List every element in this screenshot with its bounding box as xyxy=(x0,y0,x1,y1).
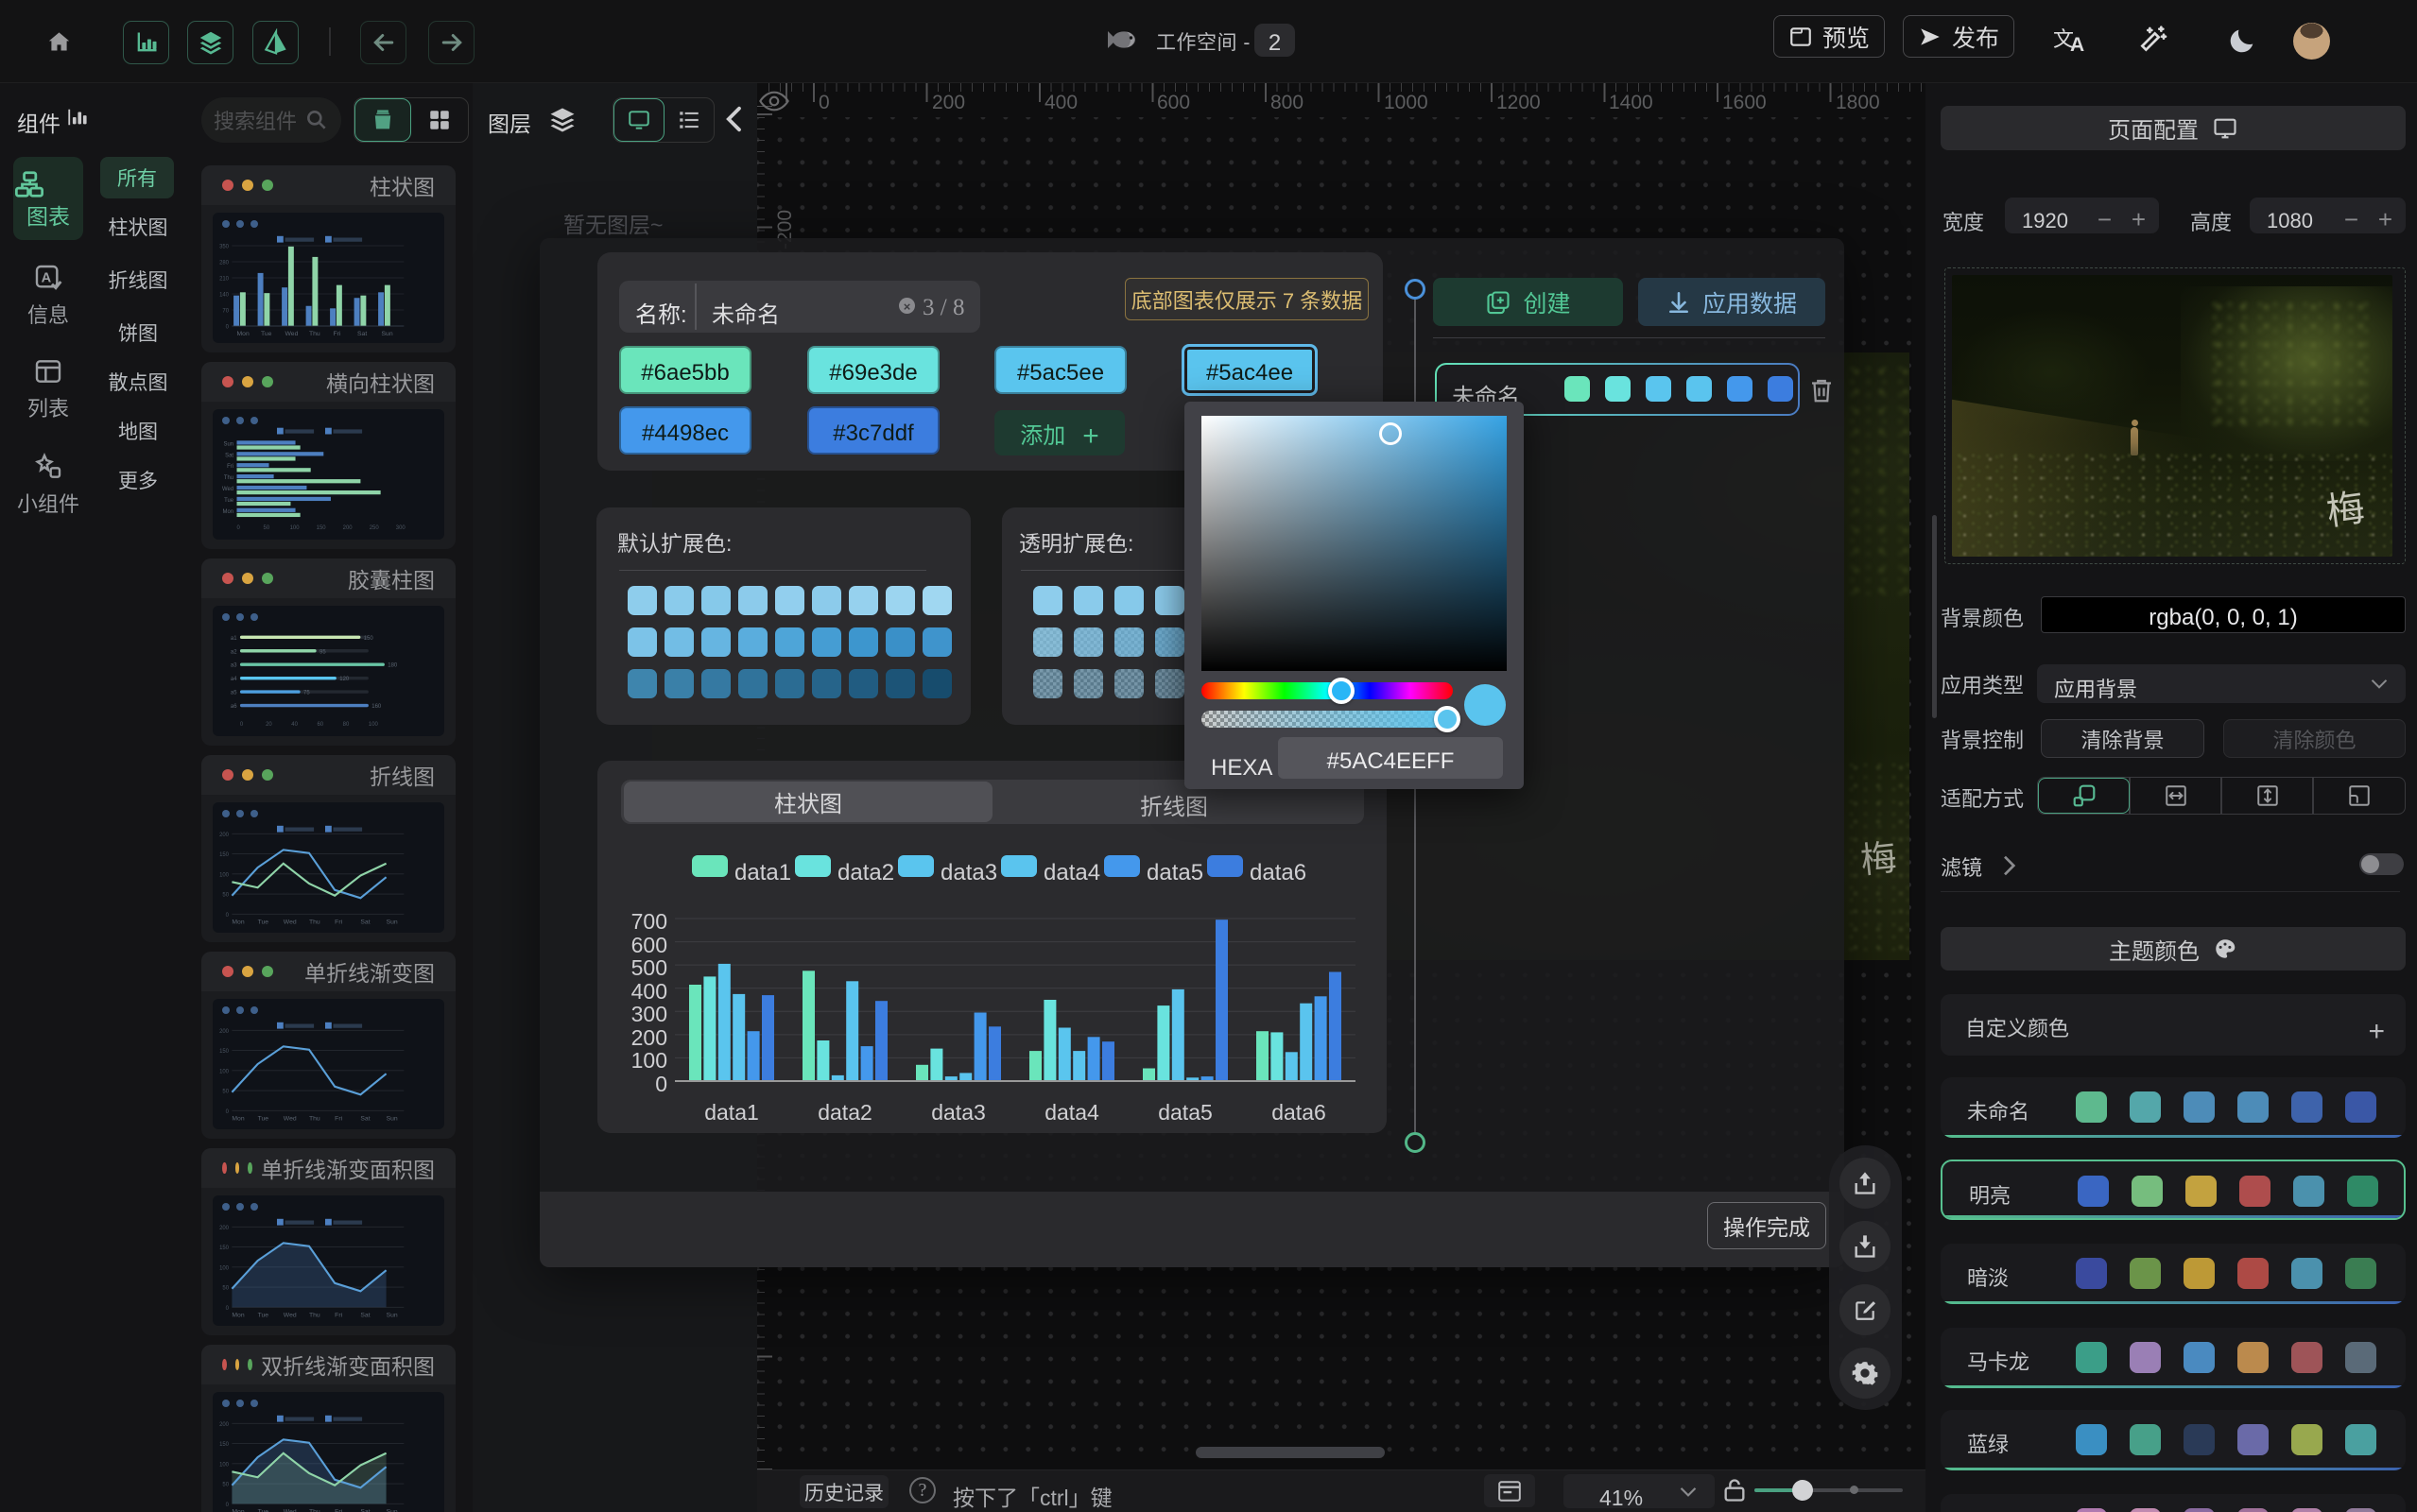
svg-text:Tue: Tue xyxy=(258,917,269,926)
svg-text:A: A xyxy=(42,271,52,286)
svg-text:Sat: Sat xyxy=(360,1113,370,1123)
svg-text:Fri: Fri xyxy=(335,1506,342,1512)
svg-text:280: 280 xyxy=(219,258,230,266)
svg-text:100: 100 xyxy=(290,523,301,531)
svg-text:0: 0 xyxy=(226,322,230,331)
svg-text:Sun: Sun xyxy=(387,1310,398,1319)
svg-text:Sun: Sun xyxy=(387,1506,398,1512)
svg-text:50: 50 xyxy=(222,890,229,899)
svg-text:Fri: Fri xyxy=(335,917,342,926)
svg-text:100: 100 xyxy=(219,1459,230,1468)
svg-text:120: 120 xyxy=(339,674,350,682)
svg-text:250: 250 xyxy=(370,523,380,531)
svg-text:Mon: Mon xyxy=(232,917,244,926)
svg-text:50: 50 xyxy=(264,523,270,531)
svg-text:Mon: Mon xyxy=(232,1506,244,1512)
svg-text:Mon: Mon xyxy=(232,1310,244,1319)
svg-text:70: 70 xyxy=(222,306,229,315)
svg-text:Mon: Mon xyxy=(237,328,250,337)
svg-text:Sat: Sat xyxy=(357,328,367,337)
svg-text:180: 180 xyxy=(388,661,398,669)
svg-text:Thu: Thu xyxy=(309,1113,320,1123)
svg-text:140: 140 xyxy=(219,290,230,299)
svg-text:Fri: Fri xyxy=(335,1113,342,1123)
svg-text:100: 100 xyxy=(219,869,230,878)
svg-text:200: 200 xyxy=(219,1223,230,1231)
svg-text:60: 60 xyxy=(318,719,324,728)
svg-text:Mon: Mon xyxy=(223,507,234,515)
svg-text:20: 20 xyxy=(266,719,272,728)
svg-text:150: 150 xyxy=(317,523,327,531)
svg-text:Wed: Wed xyxy=(284,1310,297,1319)
svg-text:100: 100 xyxy=(219,1263,230,1271)
svg-text:150: 150 xyxy=(219,850,230,858)
svg-text:100: 100 xyxy=(219,1066,230,1074)
svg-text:a1: a1 xyxy=(231,633,237,642)
svg-text:Wed: Wed xyxy=(284,1113,297,1123)
svg-text:0: 0 xyxy=(237,523,241,531)
svg-text:300: 300 xyxy=(396,523,406,531)
svg-text:a5: a5 xyxy=(231,688,237,696)
svg-text:Sat: Sat xyxy=(360,1506,370,1512)
svg-text:75: 75 xyxy=(303,688,310,696)
svg-text:200: 200 xyxy=(219,1026,230,1035)
svg-text:200: 200 xyxy=(219,1419,230,1428)
svg-text:50: 50 xyxy=(222,1480,229,1488)
svg-text:Thu: Thu xyxy=(309,1506,320,1512)
svg-text:50: 50 xyxy=(222,1283,229,1292)
svg-text:200: 200 xyxy=(343,523,354,531)
svg-text:Fri: Fri xyxy=(227,461,233,470)
svg-text:Fri: Fri xyxy=(335,1310,342,1319)
svg-text:Sun: Sun xyxy=(387,1113,398,1123)
svg-text:100: 100 xyxy=(369,719,379,728)
svg-text:0: 0 xyxy=(226,1303,230,1312)
svg-text:80: 80 xyxy=(343,719,350,728)
svg-text:a2: a2 xyxy=(231,646,237,655)
svg-text:Sat: Sat xyxy=(360,1310,370,1319)
svg-text:95: 95 xyxy=(319,646,326,655)
svg-text:0: 0 xyxy=(240,719,244,728)
svg-text:0: 0 xyxy=(226,1500,230,1508)
svg-text:200: 200 xyxy=(219,830,230,838)
svg-text:Tue: Tue xyxy=(258,1310,269,1319)
svg-text:40: 40 xyxy=(291,719,298,728)
svg-text:Tue: Tue xyxy=(224,495,234,504)
svg-text:a4: a4 xyxy=(231,674,237,682)
svg-text:160: 160 xyxy=(371,701,382,710)
svg-text:Fri: Fri xyxy=(334,328,341,337)
svg-text:Wed: Wed xyxy=(285,328,299,337)
svg-text:Wed: Wed xyxy=(284,1506,297,1512)
svg-text:0: 0 xyxy=(226,910,230,919)
svg-text:150: 150 xyxy=(219,1439,230,1448)
svg-text:a6: a6 xyxy=(231,701,237,710)
svg-text:Thu: Thu xyxy=(224,472,233,481)
svg-text:Thu: Thu xyxy=(309,917,320,926)
svg-text:Tue: Tue xyxy=(258,1506,269,1512)
svg-text:50: 50 xyxy=(222,1087,229,1095)
svg-text:150: 150 xyxy=(219,1243,230,1251)
svg-text:Tue: Tue xyxy=(258,1113,269,1123)
svg-text:Sun: Sun xyxy=(382,328,393,337)
svg-text:Mon: Mon xyxy=(232,1113,244,1123)
svg-text:Thu: Thu xyxy=(309,1310,320,1319)
svg-text:Wed: Wed xyxy=(222,484,233,492)
svg-text:Thu: Thu xyxy=(309,328,320,337)
svg-text:350: 350 xyxy=(219,242,230,250)
svg-text:150: 150 xyxy=(364,633,374,642)
svg-text:Sat: Sat xyxy=(225,450,233,458)
svg-text:Sun: Sun xyxy=(224,438,234,447)
svg-text:210: 210 xyxy=(219,274,230,283)
svg-text:Wed: Wed xyxy=(284,917,297,926)
svg-text:Sun: Sun xyxy=(387,917,398,926)
svg-text:Tue: Tue xyxy=(261,328,272,337)
svg-text:a3: a3 xyxy=(231,661,237,669)
svg-text:Sat: Sat xyxy=(360,917,370,926)
svg-text:0: 0 xyxy=(226,1107,230,1115)
svg-text:150: 150 xyxy=(219,1046,230,1055)
